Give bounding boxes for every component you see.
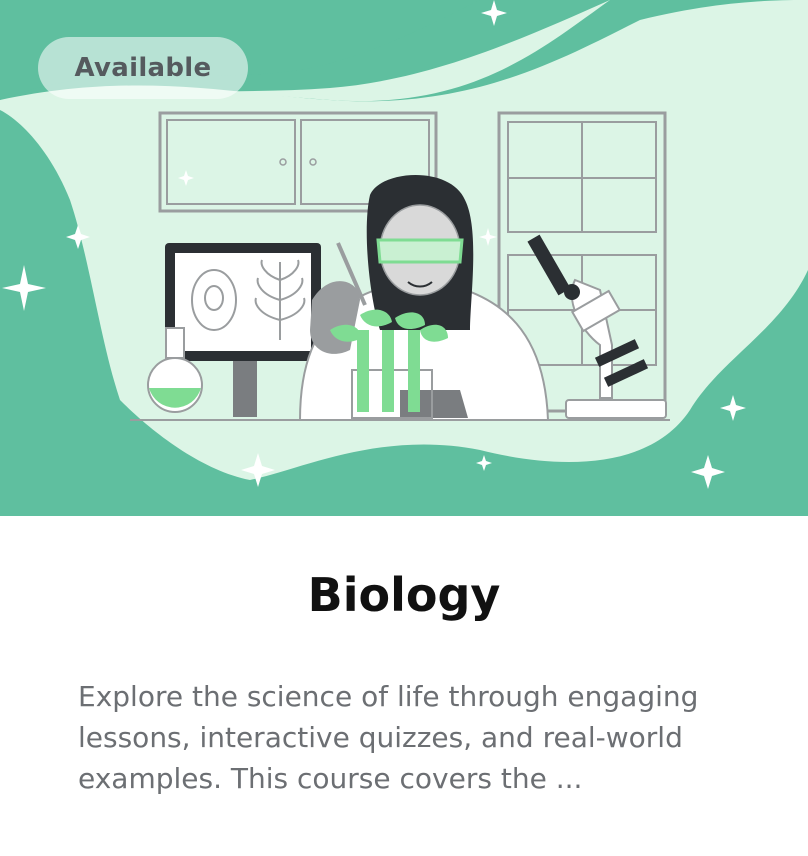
course-card[interactable]: Available Biology Explore the science of… bbox=[0, 0, 808, 856]
course-title[interactable]: Biology bbox=[0, 568, 808, 622]
course-description: Explore the science of life through enga… bbox=[78, 680, 699, 795]
availability-badge: Available bbox=[38, 37, 248, 99]
course-hero-image: Available bbox=[0, 0, 808, 516]
